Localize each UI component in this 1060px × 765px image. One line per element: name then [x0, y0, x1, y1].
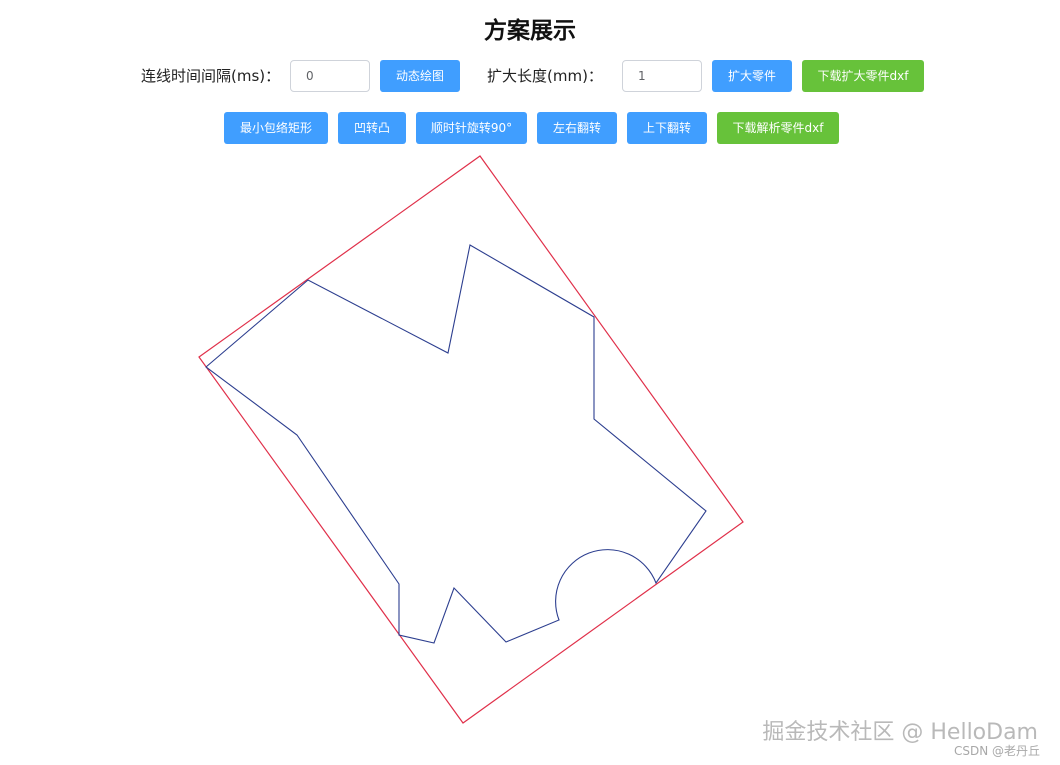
interval-label: 连线时间间隔(ms)： — [141, 67, 281, 85]
download-expanded-dxf-button[interactable]: 下载扩大零件dxf — [802, 60, 924, 92]
min-bounding-rect-button[interactable]: 最小包络矩形 — [224, 112, 328, 144]
expand-length-label: 扩大长度(mm)： — [487, 67, 603, 85]
concave-to-convex-button[interactable]: 凹转凸 — [338, 112, 406, 144]
page-title: 方案展示 — [484, 18, 576, 44]
flip-up-down-button[interactable]: 上下翻转 — [627, 112, 707, 144]
dynamic-draw-button[interactable]: 动态绘图 — [380, 60, 460, 92]
interval-input[interactable] — [290, 60, 370, 92]
toolbar-row-1: 连线时间间隔(ms)： 动态绘图 扩大长度(mm)： 扩大零件 下载扩大零件dx… — [0, 60, 1060, 92]
expand-length-input[interactable] — [622, 60, 702, 92]
download-parsed-dxf-button[interactable]: 下载解析零件dxf — [717, 112, 839, 144]
bounding-rectangle — [198, 155, 744, 724]
toolbar-row-2: 最小包络矩形 凹转凸 顺时针旋转90° 左右翻转 上下翻转 下载解析零件dxf — [0, 112, 1060, 144]
watermark-sub: CSDN @老丹丘 — [953, 744, 1040, 758]
rotate-clockwise-button[interactable]: 顺时针旋转90° — [416, 112, 527, 144]
part-outline — [205, 244, 707, 644]
flip-left-right-button[interactable]: 左右翻转 — [537, 112, 617, 144]
drawing-canvas — [198, 155, 744, 724]
expand-part-button[interactable]: 扩大零件 — [712, 60, 792, 92]
